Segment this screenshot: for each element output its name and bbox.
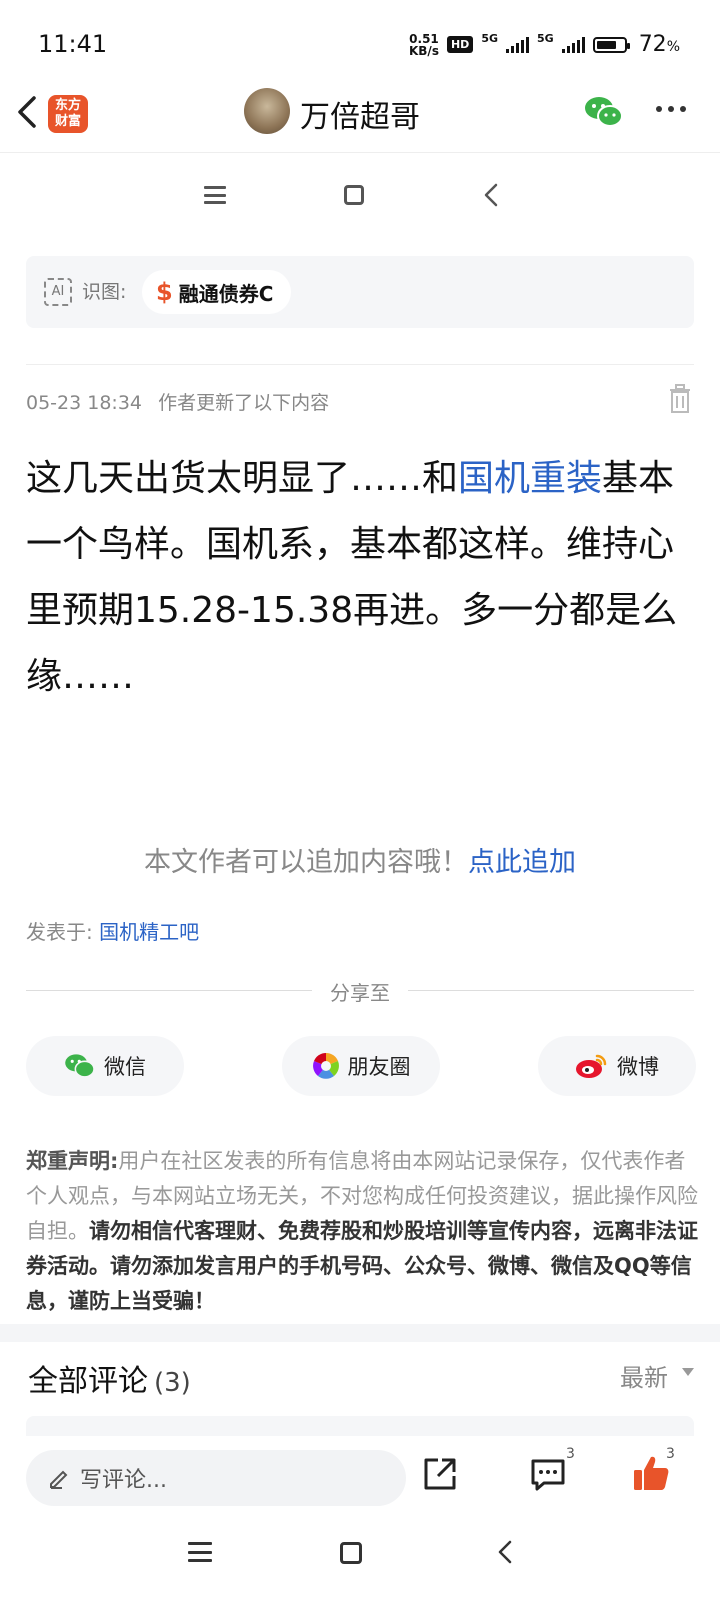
wechat-icon[interactable]	[584, 94, 624, 130]
battery-percent: 72	[638, 32, 667, 57]
signal-2-icon	[561, 36, 585, 53]
app-header: 东方 财富 万倍超哥	[0, 78, 720, 153]
share-weibo-button[interactable]: 微博	[538, 1036, 696, 1096]
ai-recognition-box: AI 识图: $ 融通债券C	[26, 256, 694, 328]
fund-chip[interactable]: $ 融通债券C	[142, 270, 292, 314]
like-count-badge: 3	[666, 1446, 675, 1462]
caret-down-icon[interactable]	[682, 1368, 694, 1376]
bottom-action-bar: 写评论... 3 3	[0, 1436, 720, 1516]
sim2-label: 5G	[537, 32, 554, 45]
divider	[408, 990, 694, 991]
sort-dropdown[interactable]: 最新	[620, 1358, 668, 1393]
append-text: 本文作者可以追加内容哦！	[144, 847, 468, 878]
trash-icon[interactable]	[668, 384, 692, 414]
divider	[26, 364, 694, 365]
share-moments-label: 朋友圈	[347, 1055, 411, 1079]
comments-header: 全部评论 (3)	[28, 1356, 191, 1400]
disclaimer-text-2: 请勿相信代客理财、免费荐股和炒股培训等宣传内容，远离非法证券活动。请勿添加发言用…	[26, 1219, 698, 1313]
thumbs-up-icon[interactable]	[632, 1454, 670, 1492]
share-weibo-label: 微博	[617, 1055, 659, 1079]
board-info: 发表于: 国机精工吧	[26, 916, 199, 945]
system-nav-bar	[0, 1524, 720, 1600]
signal-1-icon	[506, 36, 529, 53]
pencil-icon	[50, 1470, 68, 1489]
share-moments-button[interactable]: 朋友圈	[282, 1036, 440, 1096]
ai-scan-icon: AI	[44, 278, 72, 306]
menu-icon[interactable]	[204, 186, 226, 204]
sim1-label: 5G	[481, 32, 498, 45]
comments-count: (3)	[154, 1368, 191, 1398]
update-note: 作者更新了以下内容	[158, 392, 330, 414]
home-square-icon[interactable]	[344, 185, 364, 205]
fund-name: 融通债券C	[178, 281, 274, 306]
board-label: 发表于:	[26, 920, 93, 944]
embedded-nav-bar	[204, 182, 500, 208]
battery-fill	[596, 40, 616, 49]
weibo-icon	[576, 1054, 607, 1078]
update-meta: 05-23 18:34 作者更新了以下内容	[26, 388, 329, 415]
stock-link[interactable]: 国机重装	[458, 458, 602, 499]
back-arrow-icon[interactable]	[14, 92, 44, 132]
system-home-icon[interactable]	[340, 1542, 362, 1564]
battery-unit: %	[666, 39, 680, 55]
moments-aperture-icon	[312, 1053, 339, 1079]
comment-count-badge: 3	[566, 1446, 575, 1462]
comment-bubble-icon[interactable]	[530, 1458, 566, 1492]
section-separator	[0, 1324, 720, 1342]
share-icon[interactable]	[422, 1456, 458, 1492]
net-speed-unit: KB/s	[408, 43, 439, 58]
disclaimer: 郑重声明:用户在社区发表的所有信息将由本网站记录保存，仅代表作者个人观点，与本网…	[26, 1144, 698, 1319]
status-icons: 0.51 KB/s HD 5G 5G 72%	[409, 32, 680, 57]
app-logo-line2: 财富	[54, 114, 81, 129]
battery-icon	[592, 36, 630, 53]
ai-recognition-label: 识图:	[82, 281, 127, 303]
append-link[interactable]: 点此追加	[468, 847, 576, 878]
wechat-icon	[65, 1054, 95, 1078]
hd-icon: HD	[446, 36, 474, 53]
more-options-icon[interactable]	[656, 106, 686, 112]
app-logo[interactable]: 东方 财富	[48, 95, 88, 133]
comments-title: 全部评论	[28, 1364, 148, 1399]
disclaimer-title: 郑重声明:	[26, 1149, 119, 1173]
net-speed-value: 0.51	[409, 31, 439, 46]
append-prompt: 本文作者可以追加内容哦！点此追加	[0, 840, 720, 879]
comment-input-placeholder: 写评论...	[80, 1468, 167, 1493]
post-timestamp: 05-23 18:34	[26, 392, 143, 414]
share-title: 分享至	[330, 981, 390, 1005]
author-name[interactable]: 万倍超哥	[300, 92, 420, 136]
post-text-1: 这几天出货太明显了……和	[26, 458, 459, 499]
share-wechat-label: 微信	[104, 1055, 146, 1079]
board-link[interactable]: 国机精工吧	[99, 920, 199, 944]
comment-input[interactable]: 写评论...	[26, 1450, 406, 1506]
share-wechat-button[interactable]: 微信	[26, 1036, 184, 1096]
post-body: 这几天出货太明显了……和国机重装基本一个鸟样。国机系，基本都这样。维持心里预期1…	[26, 446, 702, 710]
divider	[26, 990, 312, 991]
app-logo-line1: 东方	[54, 98, 81, 113]
comment-card-peek	[26, 1416, 694, 1436]
dollar-icon: $	[156, 278, 173, 306]
network-speed: 0.51 KB/s	[409, 33, 439, 57]
status-time: 11:41	[38, 30, 108, 58]
avatar[interactable]	[244, 88, 290, 134]
system-menu-icon[interactable]	[188, 1542, 212, 1562]
system-back-icon[interactable]	[496, 1538, 514, 1566]
nav-back-icon[interactable]	[482, 182, 500, 208]
